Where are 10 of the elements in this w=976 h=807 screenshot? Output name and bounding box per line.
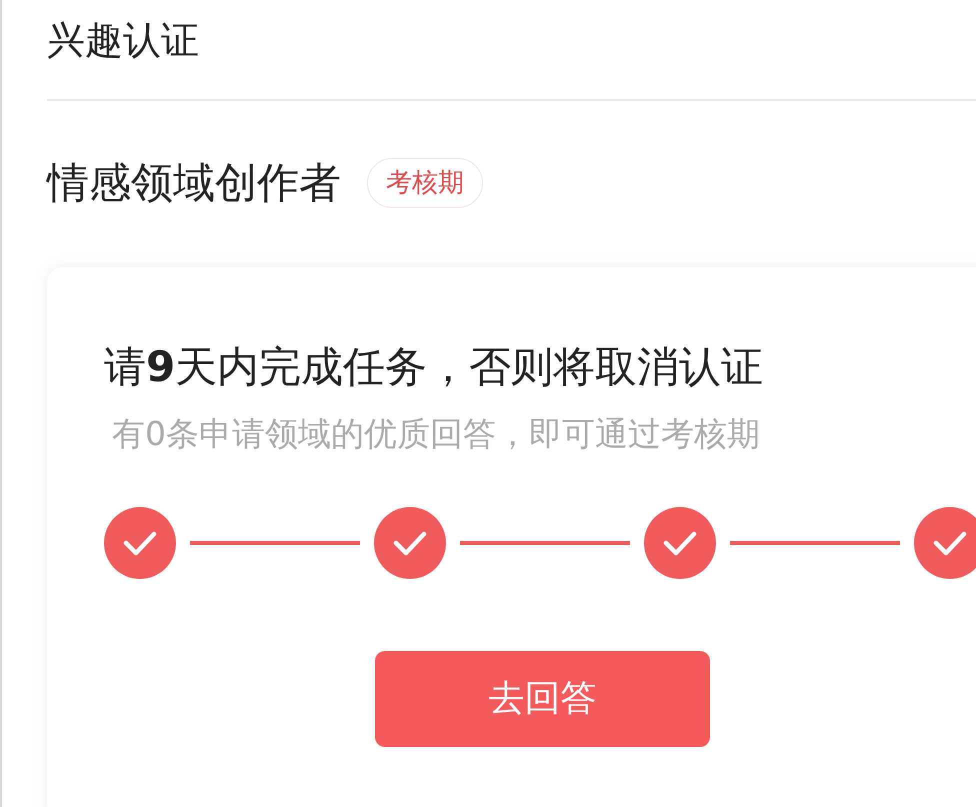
task-heading: 请9天内完成任务，否则将取消认证 <box>104 341 764 393</box>
task-subtitle: 有0条申请领域的优质回答，即可通过考核期 <box>112 413 760 455</box>
field-name: 情感领域创作者 <box>47 157 341 209</box>
check-icon <box>392 529 428 557</box>
check-icon <box>932 529 968 557</box>
answer-button[interactable]: 去回答 <box>375 651 710 747</box>
check-icon <box>122 529 158 557</box>
check-icon <box>662 529 698 557</box>
page-title: 兴趣认证 <box>47 17 199 64</box>
status-badge: 考核期 <box>367 158 483 208</box>
